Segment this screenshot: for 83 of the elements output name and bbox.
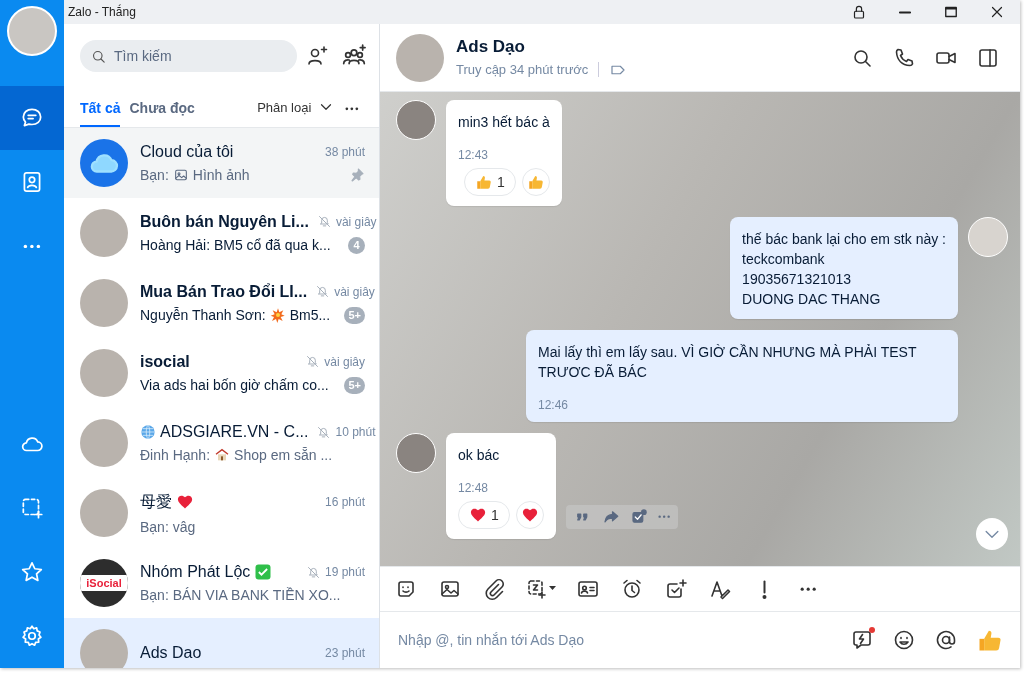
message-preview: Via ads hai bốn giờ chấm co... [140,377,329,393]
screenshot-caret-icon [526,577,556,601]
message-time: 12:46 [538,398,570,412]
last-seen-status: Truy cập 34 phút trước [456,62,600,77]
message-time: 12:43 [458,148,490,162]
conversation-name: Mua Bán Trao Đổi LI... [140,282,308,301]
conversation-time: 38 phút [324,145,365,159]
conversation-item[interactable]: Ads Dao 23 phút [64,618,379,668]
conversation-time: vài giây [335,214,377,229]
conversation-time: 10 phút [335,425,376,439]
conversation-item[interactable]: isocial vài giây Via ads hai bốn giờ chấm co... 5+ [64,338,379,408]
classify-dropdown[interactable]: Phân loại [257,98,336,127]
reminder-tool-button[interactable] [620,577,644,601]
conversation-time: vài giây [324,354,365,369]
message-text: thế bác bank lại cho em stk này : teckcombank 19035671321013 DUONG DAC THANG [742,230,946,309]
search-field[interactable]: Tìm kiếm [80,40,297,72]
message-preview: Bm5... [289,307,331,323]
conversation-name: isocial [140,352,190,371]
minimize-icon [899,10,911,14]
search-icon [90,48,107,65]
message-preview: Hình ảnh [192,167,250,183]
conversation-time: vài giây [334,284,375,299]
conversation-name: Ads Dao [140,644,202,662]
conversation-name: 母愛 [140,491,172,512]
exclamation-icon [761,579,767,599]
conversation-time: 19 phút [324,565,365,579]
unread-count: 4 [348,236,365,254]
reaction-count[interactable]: 1 [458,501,510,529]
lightning-bubble-icon [850,628,874,652]
more-icon [345,107,359,111]
conversation-item[interactable]: Cloud của tôi 38 phút Bạn: Hình ảnh [64,128,379,198]
message-text: ok bác [458,446,501,465]
conversation-item[interactable]: Buôn bán Nguyên Li... vài giây Hoàng Hải: BM5 cổ đã qua k... 4 [64,198,379,268]
message-text: Mai lấy thì em lấy sau. VÌ GIỜ CẦN NHƯNG MÀ PHẢI TEST TRƯƠC ĐÃ BÁC [538,343,918,382]
message-preview: Bạn: vâg [140,518,196,535]
conversation-item[interactable]: iSocial Nhóm Phát Lộc 19 phút Bạn: BÁN VIA BANK TIỀN XO... [64,548,379,618]
more-icon [657,515,671,519]
avatar-logo-text: iSocial [80,575,128,591]
message-preview: Hoàng Hải: BM5 cổ đã qua k... [140,237,331,253]
task-check-icon [664,577,688,601]
conversation-item[interactable]: 母愛 16 phút Bạn: vâg [64,478,379,548]
message-author: Bạn: [140,167,169,183]
avatar-photo[interactable] [396,100,436,140]
message-input[interactable]: Nhập @, tin nhắn tới Ads Dạo [396,631,834,649]
screenshot-icon [19,495,45,521]
at-sign-icon [934,628,958,652]
select-action-button[interactable] [629,508,648,526]
react-button[interactable] [515,501,544,529]
more-icon [23,243,41,249]
filter-tab[interactable]: Chưa đọc [129,100,195,127]
message-preview: Shop em sẵn ... [234,447,333,463]
task-tool-button[interactable] [664,577,688,601]
window-title: Zalo - Thắng [68,5,137,19]
message-author: Nguyễn Thanh Sơn: [140,307,266,323]
more-action-button[interactable] [657,515,671,519]
message-preview: Bạn: BÁN VIA BANK TIỀN XO... [140,587,341,603]
conversation-name: Buôn bán Nguyên Li... [140,212,309,231]
unread-count: 5+ [344,306,365,324]
avatar-circle[interactable] [7,6,57,56]
smiley-icon [892,628,916,652]
conversation-name: Nhóm Phát Lộc [140,563,251,581]
nav-chat-button[interactable] [0,86,64,150]
message-text: min3 hết bác à [458,113,550,132]
unread-count: 5+ [344,376,365,394]
attach-tool-button[interactable] [482,577,506,601]
conversation-time: 23 phút [324,646,365,660]
settings-icon [19,623,45,649]
contact-name: Ads Dạo [456,36,526,57]
conversation-name: ADSGIARE.VN - C... [160,423,309,441]
conversation-item[interactable]: Mua Bán Trao Đổi LI... vài giây Nguyễn Thanh Sơn: Bm5... 5+ [64,268,379,338]
paperclip-icon [482,577,506,601]
add-person-icon [305,44,329,68]
avatar-photo[interactable] [396,433,436,473]
conversation-item[interactable]: ADSGIARE.VN - C... 10 phút Đinh Hạnh: Shop em sẵn ... [64,408,379,478]
reaction-count[interactable]: 1 [464,168,516,196]
conversation-name: Cloud của tôi [140,143,234,161]
screenshot-tool-button[interactable] [526,577,556,601]
message-author: Đinh Hạnh: [140,447,211,463]
more-icon [799,586,817,592]
conversation-time: 16 phút [324,495,365,509]
message-time: 12:48 [458,481,490,495]
checkbox-plus-icon [629,508,648,526]
alarm-clock-icon [620,577,644,601]
